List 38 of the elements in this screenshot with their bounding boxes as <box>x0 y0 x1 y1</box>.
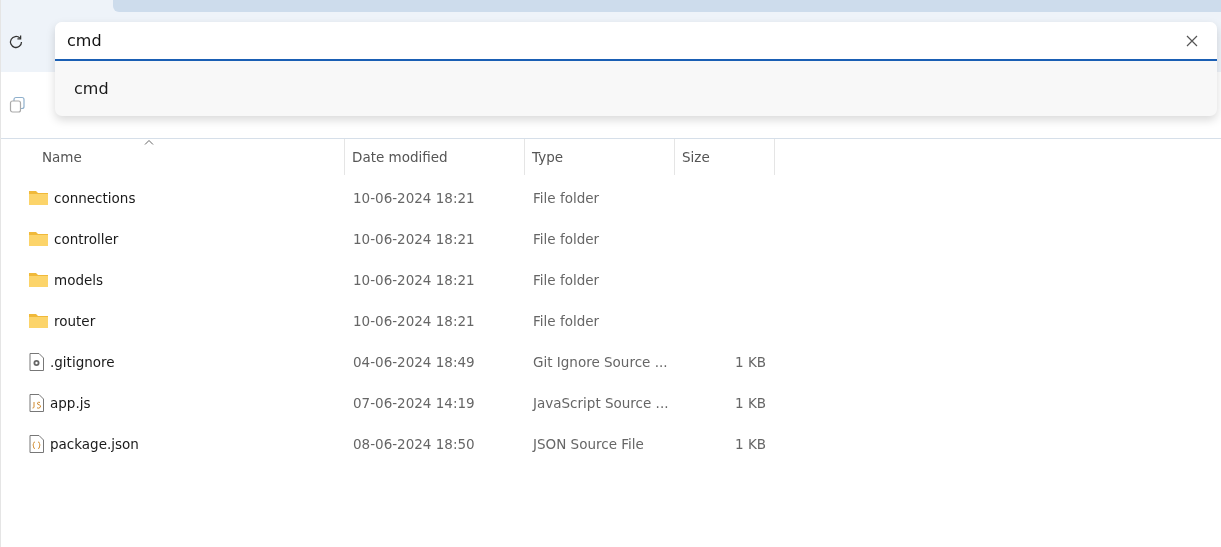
size-cell: 1 KB <box>735 353 766 370</box>
date-cell: 07-06-2024 14:19 <box>353 394 475 411</box>
column-header[interactable]: Type <box>525 139 675 175</box>
type-cell: File folder <box>533 312 600 329</box>
json-file-icon <box>29 434 44 453</box>
script-file-icon <box>29 393 44 412</box>
date-cell: 10-06-2024 18:21 <box>353 189 475 206</box>
column-header[interactable]: Size <box>675 139 775 175</box>
type-cell: JavaScript Source ... <box>533 394 669 411</box>
file-name[interactable]: models <box>54 271 104 288</box>
address-field[interactable]: cmd <box>55 22 1217 61</box>
file-name[interactable]: controller <box>54 230 119 247</box>
date-cell: 10-06-2024 18:21 <box>353 312 475 329</box>
folder-icon <box>29 190 48 205</box>
folder-icon <box>29 231 48 246</box>
type-cell: File folder <box>533 189 600 206</box>
size-cell: 1 KB <box>735 435 766 452</box>
size-cell: 1 KB <box>735 394 766 411</box>
type-cell: JSON Source File <box>533 435 644 452</box>
date-cell: 04-06-2024 18:49 <box>353 353 475 370</box>
folder-icon <box>29 313 48 328</box>
date-cell: 10-06-2024 18:21 <box>353 230 475 247</box>
file-name[interactable]: router <box>54 312 96 329</box>
folder-icon <box>29 272 48 287</box>
file-name[interactable]: connections <box>54 189 136 206</box>
gear-file-icon <box>29 352 44 371</box>
type-cell: File folder <box>533 271 600 288</box>
close-icon[interactable] <box>1185 34 1199 48</box>
type-cell: File folder <box>533 230 600 247</box>
date-cell: 08-06-2024 18:50 <box>353 435 475 452</box>
date-cell: 10-06-2024 18:21 <box>353 271 475 288</box>
file-name[interactable]: .gitignore <box>50 353 115 370</box>
file-name[interactable]: app.js <box>50 394 91 411</box>
suggestion-item[interactable]: cmd <box>55 79 109 98</box>
column-header[interactable]: Name <box>1 139 345 175</box>
column-header[interactable]: Date modified <box>345 139 525 175</box>
file-name[interactable]: package.json <box>50 435 139 452</box>
type-cell: Git Ignore Source ... <box>533 353 668 370</box>
